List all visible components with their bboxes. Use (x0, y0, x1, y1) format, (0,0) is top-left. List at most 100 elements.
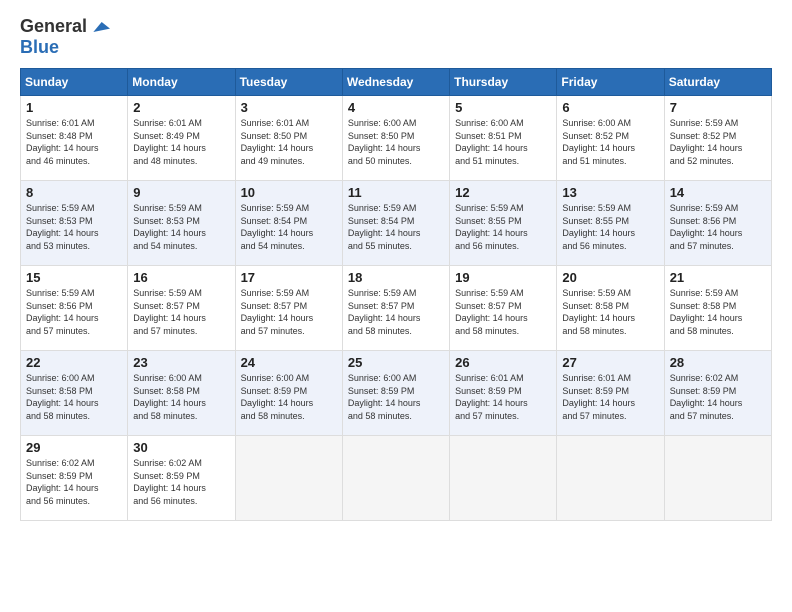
calendar-day-cell: 25 Sunrise: 6:00 AM Sunset: 8:59 PM Dayl… (342, 351, 449, 436)
day-number: 7 (670, 100, 766, 115)
calendar-day-cell: 2 Sunrise: 6:01 AM Sunset: 8:49 PM Dayli… (128, 96, 235, 181)
calendar-header-row: SundayMondayTuesdayWednesdayThursdayFrid… (21, 69, 772, 96)
day-number: 5 (455, 100, 551, 115)
day-number: 18 (348, 270, 444, 285)
day-number: 6 (562, 100, 658, 115)
calendar-day-cell: 19 Sunrise: 5:59 AM Sunset: 8:57 PM Dayl… (450, 266, 557, 351)
calendar-day-cell: 22 Sunrise: 6:00 AM Sunset: 8:58 PM Dayl… (21, 351, 128, 436)
calendar-day-cell (557, 436, 664, 521)
day-info: Sunrise: 6:00 AM Sunset: 8:59 PM Dayligh… (348, 372, 444, 422)
day-info: Sunrise: 5:59 AM Sunset: 8:58 PM Dayligh… (670, 287, 766, 337)
calendar-day-cell: 23 Sunrise: 6:00 AM Sunset: 8:58 PM Dayl… (128, 351, 235, 436)
day-info: Sunrise: 6:01 AM Sunset: 8:59 PM Dayligh… (562, 372, 658, 422)
calendar-day-cell: 14 Sunrise: 5:59 AM Sunset: 8:56 PM Dayl… (664, 181, 771, 266)
calendar-day-cell: 7 Sunrise: 5:59 AM Sunset: 8:52 PM Dayli… (664, 96, 771, 181)
day-number: 3 (241, 100, 337, 115)
day-info: Sunrise: 6:00 AM Sunset: 8:58 PM Dayligh… (26, 372, 122, 422)
day-number: 12 (455, 185, 551, 200)
calendar-day-cell: 6 Sunrise: 6:00 AM Sunset: 8:52 PM Dayli… (557, 96, 664, 181)
day-info: Sunrise: 6:01 AM Sunset: 8:48 PM Dayligh… (26, 117, 122, 167)
calendar-day-cell: 17 Sunrise: 5:59 AM Sunset: 8:57 PM Dayl… (235, 266, 342, 351)
calendar-day-cell: 18 Sunrise: 5:59 AM Sunset: 8:57 PM Dayl… (342, 266, 449, 351)
day-number: 28 (670, 355, 766, 370)
page: General Blue SundayMondayTuesdayWednesda… (0, 0, 792, 612)
calendar-day-cell: 3 Sunrise: 6:01 AM Sunset: 8:50 PM Dayli… (235, 96, 342, 181)
day-number: 10 (241, 185, 337, 200)
calendar-week-row: 15 Sunrise: 5:59 AM Sunset: 8:56 PM Dayl… (21, 266, 772, 351)
day-number: 8 (26, 185, 122, 200)
calendar-day-cell: 30 Sunrise: 6:02 AM Sunset: 8:59 PM Dayl… (128, 436, 235, 521)
day-number: 29 (26, 440, 122, 455)
day-info: Sunrise: 5:59 AM Sunset: 8:54 PM Dayligh… (348, 202, 444, 252)
day-info: Sunrise: 5:59 AM Sunset: 8:57 PM Dayligh… (348, 287, 444, 337)
day-number: 27 (562, 355, 658, 370)
day-info: Sunrise: 6:00 AM Sunset: 8:50 PM Dayligh… (348, 117, 444, 167)
calendar-day-cell: 15 Sunrise: 5:59 AM Sunset: 8:56 PM Dayl… (21, 266, 128, 351)
calendar-day-header: Sunday (21, 69, 128, 96)
calendar-day-header: Tuesday (235, 69, 342, 96)
calendar-day-cell: 1 Sunrise: 6:01 AM Sunset: 8:48 PM Dayli… (21, 96, 128, 181)
day-number: 2 (133, 100, 229, 115)
day-info: Sunrise: 5:59 AM Sunset: 8:57 PM Dayligh… (241, 287, 337, 337)
header: General Blue (20, 16, 772, 58)
day-info: Sunrise: 5:59 AM Sunset: 8:56 PM Dayligh… (670, 202, 766, 252)
day-info: Sunrise: 5:59 AM Sunset: 8:53 PM Dayligh… (133, 202, 229, 252)
day-info: Sunrise: 5:59 AM Sunset: 8:56 PM Dayligh… (26, 287, 122, 337)
day-info: Sunrise: 6:01 AM Sunset: 8:49 PM Dayligh… (133, 117, 229, 167)
day-info: Sunrise: 6:01 AM Sunset: 8:59 PM Dayligh… (455, 372, 551, 422)
calendar-week-row: 8 Sunrise: 5:59 AM Sunset: 8:53 PM Dayli… (21, 181, 772, 266)
day-number: 13 (562, 185, 658, 200)
calendar-day-header: Monday (128, 69, 235, 96)
day-number: 1 (26, 100, 122, 115)
logo-blue-text: Blue (20, 37, 59, 58)
calendar-day-cell: 28 Sunrise: 6:02 AM Sunset: 8:59 PM Dayl… (664, 351, 771, 436)
day-info: Sunrise: 5:59 AM Sunset: 8:57 PM Dayligh… (455, 287, 551, 337)
day-info: Sunrise: 6:00 AM Sunset: 8:59 PM Dayligh… (241, 372, 337, 422)
calendar-day-cell: 20 Sunrise: 5:59 AM Sunset: 8:58 PM Dayl… (557, 266, 664, 351)
day-info: Sunrise: 5:59 AM Sunset: 8:55 PM Dayligh… (562, 202, 658, 252)
day-number: 30 (133, 440, 229, 455)
calendar-day-cell: 29 Sunrise: 6:02 AM Sunset: 8:59 PM Dayl… (21, 436, 128, 521)
calendar-week-row: 1 Sunrise: 6:01 AM Sunset: 8:48 PM Dayli… (21, 96, 772, 181)
calendar-day-header: Saturday (664, 69, 771, 96)
calendar-day-cell: 4 Sunrise: 6:00 AM Sunset: 8:50 PM Dayli… (342, 96, 449, 181)
calendar-day-cell: 26 Sunrise: 6:01 AM Sunset: 8:59 PM Dayl… (450, 351, 557, 436)
day-number: 4 (348, 100, 444, 115)
day-number: 15 (26, 270, 122, 285)
day-info: Sunrise: 5:59 AM Sunset: 8:55 PM Dayligh… (455, 202, 551, 252)
calendar-day-cell: 12 Sunrise: 5:59 AM Sunset: 8:55 PM Dayl… (450, 181, 557, 266)
calendar-day-cell: 13 Sunrise: 5:59 AM Sunset: 8:55 PM Dayl… (557, 181, 664, 266)
day-number: 9 (133, 185, 229, 200)
calendar-day-cell: 11 Sunrise: 5:59 AM Sunset: 8:54 PM Dayl… (342, 181, 449, 266)
day-number: 24 (241, 355, 337, 370)
calendar-day-cell: 16 Sunrise: 5:59 AM Sunset: 8:57 PM Dayl… (128, 266, 235, 351)
day-info: Sunrise: 5:59 AM Sunset: 8:58 PM Dayligh… (562, 287, 658, 337)
day-info: Sunrise: 6:02 AM Sunset: 8:59 PM Dayligh… (133, 457, 229, 507)
calendar-day-cell (342, 436, 449, 521)
day-info: Sunrise: 6:00 AM Sunset: 8:51 PM Dayligh… (455, 117, 551, 167)
day-info: Sunrise: 6:01 AM Sunset: 8:50 PM Dayligh… (241, 117, 337, 167)
logo-icon (90, 17, 110, 37)
day-number: 14 (670, 185, 766, 200)
day-info: Sunrise: 5:59 AM Sunset: 8:53 PM Dayligh… (26, 202, 122, 252)
day-number: 23 (133, 355, 229, 370)
day-number: 11 (348, 185, 444, 200)
day-info: Sunrise: 5:59 AM Sunset: 8:54 PM Dayligh… (241, 202, 337, 252)
day-number: 22 (26, 355, 122, 370)
calendar-week-row: 29 Sunrise: 6:02 AM Sunset: 8:59 PM Dayl… (21, 436, 772, 521)
calendar-day-header: Wednesday (342, 69, 449, 96)
calendar-day-cell: 9 Sunrise: 5:59 AM Sunset: 8:53 PM Dayli… (128, 181, 235, 266)
calendar-day-cell (235, 436, 342, 521)
day-number: 25 (348, 355, 444, 370)
calendar-day-cell: 21 Sunrise: 5:59 AM Sunset: 8:58 PM Dayl… (664, 266, 771, 351)
day-number: 26 (455, 355, 551, 370)
day-info: Sunrise: 5:59 AM Sunset: 8:52 PM Dayligh… (670, 117, 766, 167)
day-info: Sunrise: 5:59 AM Sunset: 8:57 PM Dayligh… (133, 287, 229, 337)
day-number: 20 (562, 270, 658, 285)
calendar-day-cell: 27 Sunrise: 6:01 AM Sunset: 8:59 PM Dayl… (557, 351, 664, 436)
calendar-day-cell: 5 Sunrise: 6:00 AM Sunset: 8:51 PM Dayli… (450, 96, 557, 181)
day-info: Sunrise: 6:00 AM Sunset: 8:52 PM Dayligh… (562, 117, 658, 167)
day-number: 21 (670, 270, 766, 285)
calendar-day-cell (664, 436, 771, 521)
day-number: 19 (455, 270, 551, 285)
